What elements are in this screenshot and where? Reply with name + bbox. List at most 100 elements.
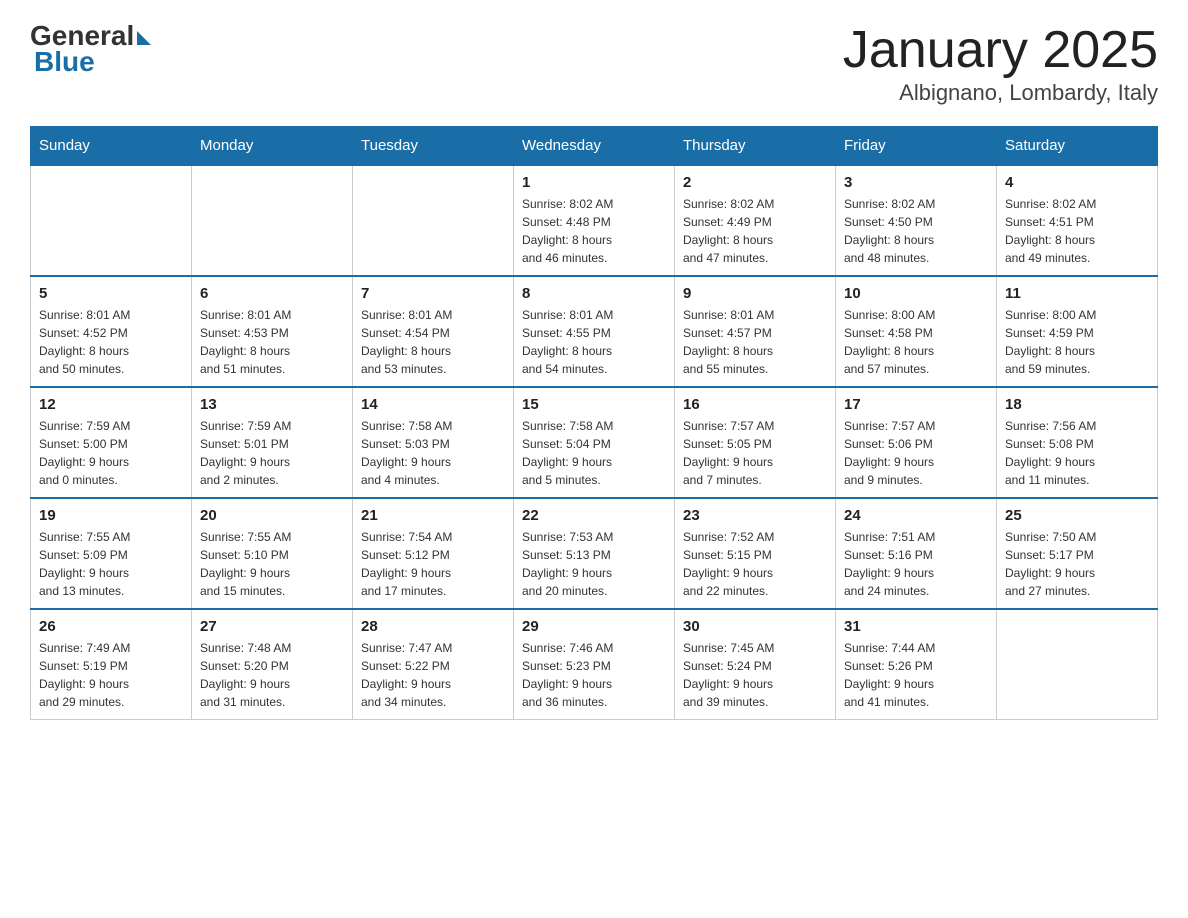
day-info: Sunrise: 7:55 AM Sunset: 5:10 PM Dayligh…	[200, 528, 344, 600]
day-number: 29	[522, 618, 666, 635]
day-number: 31	[844, 618, 988, 635]
day-info: Sunrise: 7:54 AM Sunset: 5:12 PM Dayligh…	[361, 528, 505, 600]
day-info: Sunrise: 7:49 AM Sunset: 5:19 PM Dayligh…	[39, 639, 183, 711]
calendar-cell: 20 Sunrise: 7:55 AM Sunset: 5:10 PM Dayli…	[192, 498, 353, 609]
day-info: Sunrise: 7:57 AM Sunset: 5:05 PM Dayligh…	[683, 417, 827, 489]
day-info: Sunrise: 8:01 AM Sunset: 4:55 PM Dayligh…	[522, 306, 666, 378]
day-info: Sunrise: 8:00 AM Sunset: 4:59 PM Dayligh…	[1005, 306, 1149, 378]
week-row-5: 26 Sunrise: 7:49 AM Sunset: 5:19 PM Dayli…	[31, 609, 1158, 720]
day-number: 2	[683, 174, 827, 191]
week-row-1: 1 Sunrise: 8:02 AM Sunset: 4:48 PM Daylig…	[31, 165, 1158, 276]
calendar-cell: 30 Sunrise: 7:45 AM Sunset: 5:24 PM Dayli…	[675, 609, 836, 720]
calendar-cell: 2 Sunrise: 8:02 AM Sunset: 4:49 PM Daylig…	[675, 165, 836, 276]
calendar-cell: 16Sunrise: 7:57 AM Sunset: 5:05 PM Dayli…	[675, 387, 836, 498]
day-info: Sunrise: 7:58 AM Sunset: 5:04 PM Dayligh…	[522, 417, 666, 489]
day-info: Sunrise: 7:47 AM Sunset: 5:22 PM Dayligh…	[361, 639, 505, 711]
day-number: 12	[39, 396, 183, 413]
day-number: 23	[683, 507, 827, 524]
calendar-cell: 10Sunrise: 8:00 AM Sunset: 4:58 PM Dayli…	[836, 276, 997, 387]
col-wednesday: Wednesday	[514, 127, 675, 166]
day-info: Sunrise: 7:59 AM Sunset: 5:00 PM Dayligh…	[39, 417, 183, 489]
calendar-cell: 13Sunrise: 7:59 AM Sunset: 5:01 PM Dayli…	[192, 387, 353, 498]
calendar-cell: 9Sunrise: 8:01 AM Sunset: 4:57 PM Daylig…	[675, 276, 836, 387]
day-number: 11	[1005, 285, 1149, 302]
day-number: 21	[361, 507, 505, 524]
calendar-cell: 7 Sunrise: 8:01 AM Sunset: 4:54 PM Daylig…	[353, 276, 514, 387]
logo-arrow-icon	[137, 31, 151, 45]
calendar-cell: 3 Sunrise: 8:02 AM Sunset: 4:50 PM Daylig…	[836, 165, 997, 276]
week-row-3: 12 Sunrise: 7:59 AM Sunset: 5:00 PM Dayli…	[31, 387, 1158, 498]
calendar-title: January 2025	[843, 20, 1158, 80]
col-thursday: Thursday	[675, 127, 836, 166]
day-info: Sunrise: 7:51 AM Sunset: 5:16 PM Dayligh…	[844, 528, 988, 600]
calendar-cell: 11 Sunrise: 8:00 AM Sunset: 4:59 PM Dayli…	[997, 276, 1158, 387]
day-number: 10	[844, 285, 988, 302]
day-number: 8	[522, 285, 666, 302]
day-number: 14	[361, 396, 505, 413]
day-number: 7	[361, 285, 505, 302]
day-info: Sunrise: 7:55 AM Sunset: 5:09 PM Dayligh…	[39, 528, 183, 600]
calendar-cell: 17 Sunrise: 7:57 AM Sunset: 5:06 PM Dayli…	[836, 387, 997, 498]
day-info: Sunrise: 8:02 AM Sunset: 4:50 PM Dayligh…	[844, 195, 988, 267]
day-info: Sunrise: 7:53 AM Sunset: 5:13 PM Dayligh…	[522, 528, 666, 600]
day-number: 5	[39, 285, 183, 302]
calendar-cell: 19 Sunrise: 7:55 AM Sunset: 5:09 PM Dayli…	[31, 498, 192, 609]
day-info: Sunrise: 7:52 AM Sunset: 5:15 PM Dayligh…	[683, 528, 827, 600]
day-info: Sunrise: 8:02 AM Sunset: 4:51 PM Dayligh…	[1005, 195, 1149, 267]
calendar-cell	[31, 165, 192, 276]
day-info: Sunrise: 8:01 AM Sunset: 4:52 PM Dayligh…	[39, 306, 183, 378]
calendar-cell: 15 Sunrise: 7:58 AM Sunset: 5:04 PM Dayli…	[514, 387, 675, 498]
day-number: 4	[1005, 174, 1149, 191]
day-number: 28	[361, 618, 505, 635]
page-header: General Blue January 2025 Albignano, Lom…	[30, 20, 1158, 106]
calendar-table: Sunday Monday Tuesday Wednesday Thursday…	[30, 126, 1158, 720]
calendar-cell: 1 Sunrise: 8:02 AM Sunset: 4:48 PM Daylig…	[514, 165, 675, 276]
day-number: 6	[200, 285, 344, 302]
day-info: Sunrise: 7:59 AM Sunset: 5:01 PM Dayligh…	[200, 417, 344, 489]
day-number: 17	[844, 396, 988, 413]
calendar-cell: 6 Sunrise: 8:01 AM Sunset: 4:53 PM Daylig…	[192, 276, 353, 387]
calendar-cell: 4 Sunrise: 8:02 AM Sunset: 4:51 PM Daylig…	[997, 165, 1158, 276]
day-info: Sunrise: 8:02 AM Sunset: 4:49 PM Dayligh…	[683, 195, 827, 267]
day-info: Sunrise: 8:01 AM Sunset: 4:53 PM Dayligh…	[200, 306, 344, 378]
col-sunday: Sunday	[31, 127, 192, 166]
day-number: 26	[39, 618, 183, 635]
day-number: 3	[844, 174, 988, 191]
logo: General Blue	[30, 20, 151, 78]
day-info: Sunrise: 7:57 AM Sunset: 5:06 PM Dayligh…	[844, 417, 988, 489]
col-tuesday: Tuesday	[353, 127, 514, 166]
calendar-cell: 29 Sunrise: 7:46 AM Sunset: 5:23 PM Dayli…	[514, 609, 675, 720]
calendar-cell: 8 Sunrise: 8:01 AM Sunset: 4:55 PM Daylig…	[514, 276, 675, 387]
calendar-subtitle: Albignano, Lombardy, Italy	[843, 80, 1158, 106]
week-row-4: 19 Sunrise: 7:55 AM Sunset: 5:09 PM Dayli…	[31, 498, 1158, 609]
col-monday: Monday	[192, 127, 353, 166]
day-number: 22	[522, 507, 666, 524]
day-info: Sunrise: 7:56 AM Sunset: 5:08 PM Dayligh…	[1005, 417, 1149, 489]
calendar-cell: 12 Sunrise: 7:59 AM Sunset: 5:00 PM Dayli…	[31, 387, 192, 498]
calendar-cell: 26 Sunrise: 7:49 AM Sunset: 5:19 PM Dayli…	[31, 609, 192, 720]
day-number: 15	[522, 396, 666, 413]
day-number: 30	[683, 618, 827, 635]
day-info: Sunrise: 7:46 AM Sunset: 5:23 PM Dayligh…	[522, 639, 666, 711]
day-info: Sunrise: 7:50 AM Sunset: 5:17 PM Dayligh…	[1005, 528, 1149, 600]
calendar-cell: 5 Sunrise: 8:01 AM Sunset: 4:52 PM Daylig…	[31, 276, 192, 387]
calendar-cell: 14Sunrise: 7:58 AM Sunset: 5:03 PM Dayli…	[353, 387, 514, 498]
day-info: Sunrise: 7:45 AM Sunset: 5:24 PM Dayligh…	[683, 639, 827, 711]
logo-blue-label: Blue	[34, 46, 95, 78]
day-number: 20	[200, 507, 344, 524]
day-number: 24	[844, 507, 988, 524]
day-info: Sunrise: 8:01 AM Sunset: 4:54 PM Dayligh…	[361, 306, 505, 378]
day-number: 19	[39, 507, 183, 524]
week-row-2: 5 Sunrise: 8:01 AM Sunset: 4:52 PM Daylig…	[31, 276, 1158, 387]
day-number: 1	[522, 174, 666, 191]
calendar-header-row: Sunday Monday Tuesday Wednesday Thursday…	[31, 127, 1158, 166]
day-number: 9	[683, 285, 827, 302]
day-info: Sunrise: 7:44 AM Sunset: 5:26 PM Dayligh…	[844, 639, 988, 711]
day-number: 18	[1005, 396, 1149, 413]
day-number: 25	[1005, 507, 1149, 524]
calendar-cell: 18 Sunrise: 7:56 AM Sunset: 5:08 PM Dayli…	[997, 387, 1158, 498]
day-info: Sunrise: 8:02 AM Sunset: 4:48 PM Dayligh…	[522, 195, 666, 267]
day-number: 27	[200, 618, 344, 635]
day-info: Sunrise: 7:48 AM Sunset: 5:20 PM Dayligh…	[200, 639, 344, 711]
calendar-cell: 22 Sunrise: 7:53 AM Sunset: 5:13 PM Dayli…	[514, 498, 675, 609]
